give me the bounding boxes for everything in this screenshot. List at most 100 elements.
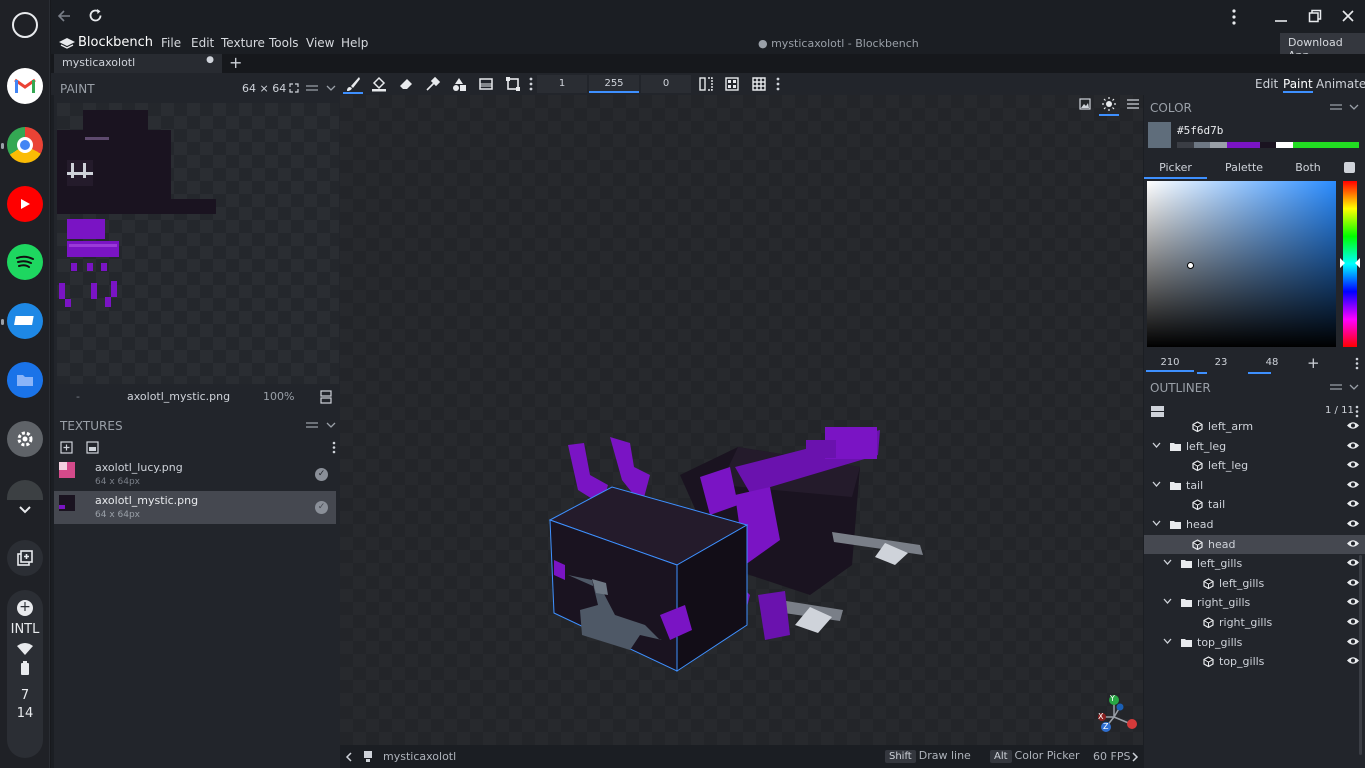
hue-slider[interactable] bbox=[1340, 181, 1360, 347]
menu-texture[interactable]: Texture bbox=[221, 36, 265, 50]
more-vertical-icon[interactable] bbox=[1231, 9, 1237, 25]
saturation-input[interactable]: 23 bbox=[1197, 354, 1245, 372]
visibility-eye-icon[interactable] bbox=[1347, 617, 1359, 626]
axis-gizmo[interactable]: Y X Z bbox=[1092, 693, 1142, 735]
tree-chevron-icon[interactable] bbox=[1163, 638, 1172, 645]
visibility-eye-icon[interactable] bbox=[1347, 441, 1359, 450]
collapse-chevron-icon[interactable] bbox=[326, 84, 336, 92]
menu-view[interactable]: View bbox=[306, 36, 334, 50]
new-tab-button[interactable]: + bbox=[229, 53, 242, 72]
texture-item-selected[interactable]: axolotl_mystic.png 64 x 64px ✓ bbox=[54, 491, 336, 524]
visibility-eye-icon[interactable] bbox=[1347, 578, 1359, 587]
status-tray[interactable]: + INTL 7 14 bbox=[7, 590, 43, 758]
fill-tool-icon[interactable] bbox=[371, 76, 387, 92]
3d-viewport[interactable]: Y X Z bbox=[340, 95, 1143, 745]
tree-chevron-icon[interactable] bbox=[1163, 598, 1172, 605]
visibility-eye-icon[interactable] bbox=[1347, 656, 1359, 665]
value-input[interactable]: 48 bbox=[1248, 354, 1296, 372]
outliner-toggle-icon[interactable] bbox=[1151, 406, 1164, 417]
launcher-icon[interactable] bbox=[12, 12, 38, 38]
outliner-row-cube[interactable]: left_leg bbox=[1144, 456, 1365, 475]
spotify-icon[interactable] bbox=[7, 244, 43, 280]
hex-color-input[interactable]: #5f6d7b bbox=[1177, 124, 1223, 137]
tab-picker[interactable]: Picker bbox=[1144, 161, 1207, 179]
create-texture-icon[interactable] bbox=[86, 441, 99, 454]
visibility-eye-icon[interactable] bbox=[1347, 519, 1359, 528]
menu-tools[interactable]: Tools bbox=[269, 36, 299, 50]
shape-tool-icon[interactable] bbox=[451, 76, 467, 92]
tv-app-icon[interactable] bbox=[7, 303, 43, 339]
outliner-more-icon[interactable] bbox=[1355, 405, 1359, 418]
mode-paint[interactable]: Paint bbox=[1283, 77, 1313, 93]
menu-help[interactable]: Help bbox=[341, 36, 368, 50]
youtube-icon[interactable] bbox=[7, 186, 43, 222]
outliner-row-cube[interactable]: left_arm bbox=[1144, 420, 1365, 436]
hue-handle-icon[interactable] bbox=[1340, 258, 1360, 268]
visibility-eye-icon[interactable] bbox=[1347, 460, 1359, 469]
menu-file[interactable]: File bbox=[161, 36, 181, 50]
import-texture-icon[interactable] bbox=[60, 441, 73, 454]
outliner-row-group[interactable]: top_gills bbox=[1144, 633, 1365, 652]
reload-icon[interactable] bbox=[88, 8, 103, 23]
chevron-down-icon[interactable] bbox=[7, 498, 43, 522]
grid-toggle-icon[interactable] bbox=[751, 76, 767, 92]
tree-chevron-icon[interactable] bbox=[1163, 559, 1172, 566]
paint-zoom-label[interactable]: 100% bbox=[263, 390, 294, 403]
textures-menu-icon[interactable] bbox=[306, 421, 318, 429]
outliner-row-group[interactable]: tail bbox=[1144, 476, 1365, 495]
eraser-tool-icon[interactable] bbox=[398, 76, 414, 92]
app-partial-icon[interactable] bbox=[7, 480, 43, 500]
mirror-paint-icon[interactable] bbox=[698, 76, 714, 92]
picker-handle[interactable] bbox=[1187, 262, 1194, 269]
mode-edit[interactable]: Edit bbox=[1255, 77, 1278, 91]
close-icon[interactable] bbox=[1341, 9, 1355, 23]
outliner-row-group[interactable]: head bbox=[1144, 515, 1365, 534]
tab-both[interactable]: Both bbox=[1278, 161, 1338, 174]
visibility-eye-icon[interactable] bbox=[1347, 558, 1359, 567]
pixel-perfect-icon[interactable] bbox=[724, 76, 740, 92]
visibility-eye-icon[interactable] bbox=[1347, 637, 1359, 646]
brush-tool-icon[interactable] bbox=[345, 76, 361, 92]
tab-mysticaxolotl[interactable]: mysticaxolotl ● bbox=[54, 54, 222, 73]
chrome-icon[interactable] bbox=[7, 127, 43, 163]
chevron-left-icon[interactable] bbox=[345, 752, 352, 762]
outliner-row-cube[interactable]: left_gills bbox=[1144, 574, 1365, 593]
panel-menu-icon[interactable] bbox=[306, 84, 318, 92]
texture-item[interactable]: axolotl_lucy.png 64 x 64px ✓ bbox=[54, 458, 336, 490]
menu-edit[interactable]: Edit bbox=[191, 36, 214, 50]
tree-chevron-icon[interactable] bbox=[1152, 520, 1161, 527]
tote-icon[interactable] bbox=[7, 540, 43, 576]
selection-tool-icon[interactable] bbox=[505, 76, 521, 92]
hue-input[interactable]: 210 bbox=[1146, 354, 1194, 372]
files-icon[interactable] bbox=[7, 362, 43, 398]
settings-icon[interactable] bbox=[7, 421, 43, 457]
outliner-scrollbar[interactable] bbox=[1359, 555, 1362, 755]
outliner-row-cube[interactable]: tail bbox=[1144, 495, 1365, 514]
tree-chevron-icon[interactable] bbox=[1152, 481, 1161, 488]
saturation-value-picker[interactable] bbox=[1147, 181, 1336, 347]
tab-palette[interactable]: Palette bbox=[1214, 161, 1274, 174]
back-arrow-icon[interactable] bbox=[57, 9, 71, 23]
texture-paint-canvas[interactable] bbox=[57, 103, 339, 384]
minimize-icon[interactable] bbox=[1274, 9, 1288, 23]
outliner-collapse-icon[interactable] bbox=[1349, 383, 1359, 391]
tree-chevron-icon[interactable] bbox=[1152, 442, 1161, 449]
color-picker-tool-icon[interactable] bbox=[425, 76, 441, 92]
current-color-swatch[interactable] bbox=[1148, 122, 1171, 148]
color-panel-menu-icon[interactable] bbox=[1330, 103, 1342, 111]
color-checkbox[interactable] bbox=[1344, 162, 1355, 173]
toolbar-more-2-icon[interactable] bbox=[776, 77, 780, 91]
chevron-right-icon[interactable] bbox=[1132, 752, 1139, 762]
mode-animate[interactable]: Animate bbox=[1316, 77, 1365, 91]
visibility-eye-icon[interactable] bbox=[1347, 597, 1359, 606]
visibility-eye-icon[interactable] bbox=[1347, 539, 1359, 548]
outliner-row-cube[interactable]: right_gills bbox=[1144, 613, 1365, 632]
outliner-row-group[interactable]: left_gills bbox=[1144, 554, 1365, 573]
fullscreen-icon[interactable] bbox=[289, 83, 299, 93]
outliner-row-group[interactable]: left_leg bbox=[1144, 437, 1365, 456]
textures-collapse-icon[interactable] bbox=[326, 421, 336, 429]
outliner-row-cube[interactable]: head bbox=[1144, 534, 1365, 554]
outliner-row-cube[interactable]: top_gills bbox=[1144, 652, 1365, 671]
gmail-icon[interactable] bbox=[7, 68, 43, 104]
brush-size-input[interactable]: 1 bbox=[537, 75, 587, 93]
